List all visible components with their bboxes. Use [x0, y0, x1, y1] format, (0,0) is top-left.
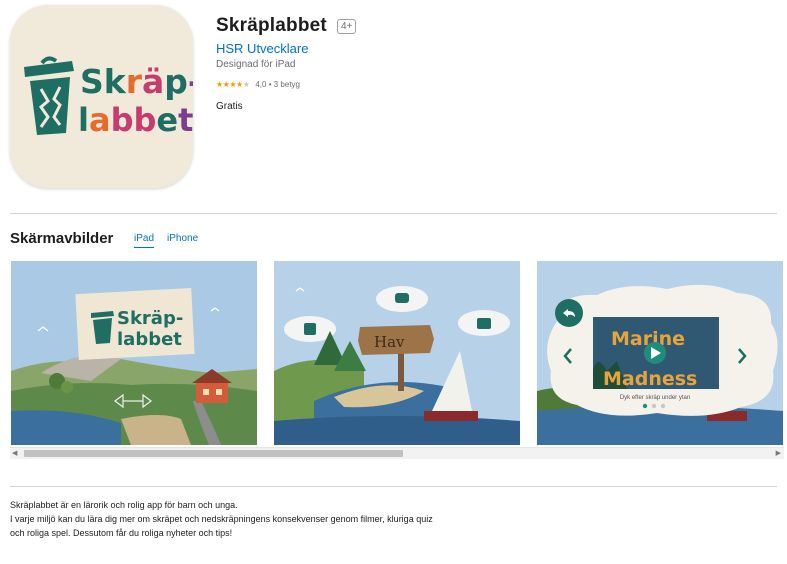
chevron-right-icon[interactable]: ▶ — [776, 448, 781, 459]
description-line: och roliga spel. Dessutom får du roliga … — [10, 528, 233, 538]
screenshot-2[interactable]: Hav — [274, 261, 520, 445]
developer-link[interactable]: HSR Utvecklare — [216, 41, 356, 56]
chevron-left-icon[interactable]: ◀ — [12, 448, 17, 459]
logo-line2: labbet — [78, 101, 193, 139]
description-line: I varje miljö kan du lära dig mer om skr… — [10, 514, 433, 524]
app-icon: Skräp- labbet — [10, 5, 193, 188]
app-title: Skräplabbet — [216, 15, 327, 36]
app-header: Skräplabbet 4+ HSR Utvecklare Designad f… — [216, 15, 357, 112]
price-label: Gratis — [216, 101, 243, 112]
screenshot-1-logo-line1: Skräp- — [117, 308, 183, 329]
tab-ipad[interactable]: iPad — [134, 233, 155, 248]
star-icon: ★★★★★ — [216, 80, 250, 89]
screenshots-scrollbar[interactable]: ◀ ▶ — [10, 447, 784, 459]
rating-count: • 3 betyg — [268, 80, 300, 89]
screenshot-2-sign-text: Hav — [374, 333, 405, 351]
screenshot-3[interactable]: Marine Madness Dyk efter skräp under yta… — [537, 261, 783, 445]
age-rating-badge: 4+ — [336, 18, 357, 34]
video-caption: Dyk efter skräp under ytan — [620, 395, 690, 401]
screenshot-1-logo-line2: labbet — [117, 329, 182, 350]
logo-line1: Skräp- — [80, 62, 193, 101]
description-line: Skräplabbet är en lärorik och rolig app … — [10, 500, 238, 510]
app-description: Skräplabbet är en lärorik och rolig app … — [10, 498, 610, 540]
screenshot-1[interactable]: Skräp- labbet — [11, 261, 257, 445]
rating-row: ★★★★★ 4,0 • 3 betyg — [216, 80, 356, 89]
device-tabs: iPad iPhone — [134, 233, 211, 248]
designed-for-label: Designad för iPad — [216, 59, 296, 70]
divider — [10, 486, 777, 487]
divider — [10, 213, 777, 214]
trash-bin-icon — [24, 56, 74, 135]
scrollbar-thumb[interactable] — [24, 450, 403, 457]
video-title-line2: Madness — [603, 368, 697, 390]
tab-iphone[interactable]: iPhone — [167, 233, 198, 248]
screenshots-title: Skärmavbilder — [10, 230, 114, 247]
rating-value: 4,0 — [255, 80, 267, 89]
